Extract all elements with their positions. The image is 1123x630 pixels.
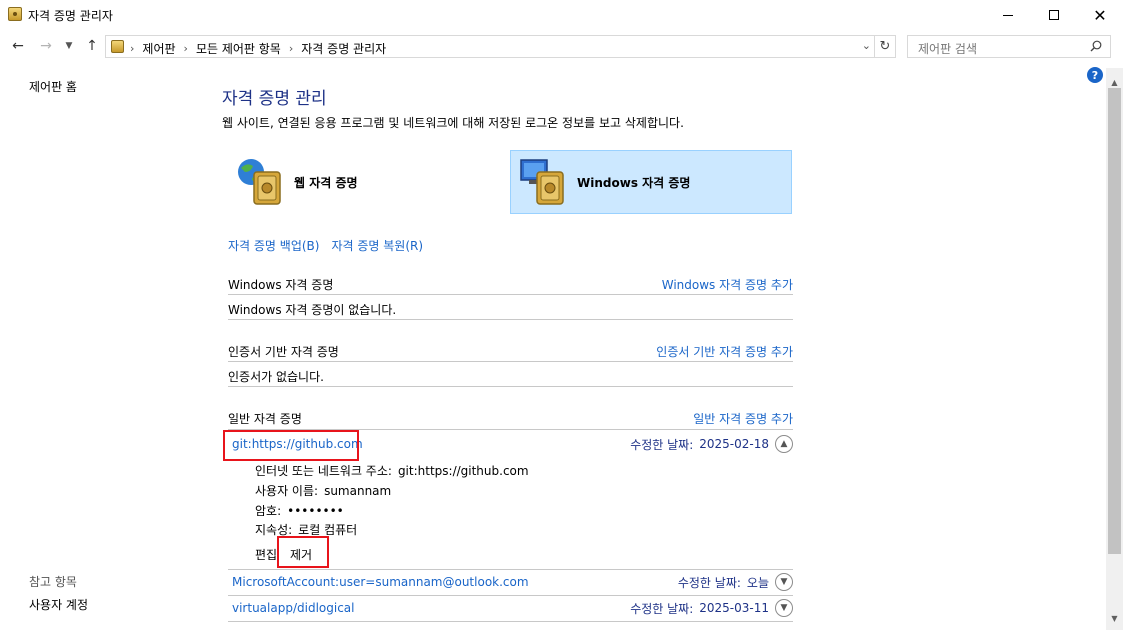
chevron-right-icon: › xyxy=(288,42,294,55)
chevron-right-icon: › xyxy=(183,42,188,55)
add-certificate-credential-link[interactable]: 인증서 기반 자격 증명 추가 xyxy=(656,343,793,361)
user-accounts-link[interactable]: 사용자 계정 xyxy=(29,596,88,613)
scroll-down-icon[interactable]: ▼ xyxy=(1106,614,1123,624)
detail-label: 암호: xyxy=(255,504,282,518)
refresh-icon: ↻ xyxy=(879,39,891,54)
help-icon[interactable]: ? xyxy=(1087,67,1103,83)
generic-credentials-section: 일반 자격 증명 일반 자격 증명 추가 xyxy=(228,410,793,428)
control-panel-home-link[interactable]: 제어판 홈 xyxy=(29,78,77,95)
chevron-down-icon: ▼ xyxy=(65,41,73,51)
detail-label: 인터넷 또는 네트워크 주소: xyxy=(255,464,392,478)
modified-label: 수정한 날짜: xyxy=(630,437,694,452)
credential-modified: 수정한 날짜: 2025-02-18 ▲ xyxy=(630,435,793,453)
empty-message: 인증서가 없습니다. xyxy=(228,361,793,387)
detail-username: 사용자 이름: sumannam xyxy=(255,482,391,499)
search-input[interactable]: 제어판 검색 xyxy=(907,35,1111,58)
windows-credentials-tile[interactable]: Windows 자격 증명 xyxy=(510,150,792,214)
detail-value: •••••••• xyxy=(287,504,344,518)
control-panel-icon xyxy=(111,40,124,53)
page-description: 웹 사이트, 연결된 응용 프로그램 및 네트워크에 대해 저장된 로그온 정보… xyxy=(222,116,684,130)
modified-date: 오늘 xyxy=(746,575,769,590)
detail-label: 사용자 이름: xyxy=(255,484,319,498)
arrow-right-icon: → xyxy=(40,38,52,54)
close-icon: ✕ xyxy=(1093,5,1107,25)
search-icon[interactable] xyxy=(1090,40,1102,52)
arrow-left-icon: ← xyxy=(12,38,24,54)
empty-message: Windows 자격 증명이 없습니다. xyxy=(228,294,793,320)
scroll-up-icon[interactable]: ▲ xyxy=(1106,78,1123,88)
breadcrumb: › 제어판 › 모든 제어판 항목 › 자격 증명 관리자 xyxy=(130,40,386,57)
breadcrumb-all-items[interactable]: 모든 제어판 항목 xyxy=(196,40,281,57)
highlight-github-credential xyxy=(223,430,359,461)
modified-date: 2025-02-18 xyxy=(699,437,769,451)
backup-restore-links: 자격 증명 백업(B) 자격 증명 복원(R) xyxy=(228,237,423,254)
credential-name[interactable]: virtualapp/didlogical xyxy=(228,601,354,615)
windows-credentials-label: Windows 자격 증명 xyxy=(577,175,691,190)
back-button[interactable]: ← xyxy=(8,36,28,56)
add-generic-credential-link[interactable]: 일반 자격 증명 추가 xyxy=(693,410,793,428)
web-credentials-icon xyxy=(238,159,281,205)
credential-row-virtualapp[interactable]: virtualapp/didlogical 수정한 날짜: 2025-03-11… xyxy=(228,596,793,620)
detail-value: 로컬 컴퓨터 xyxy=(298,523,358,537)
maximize-button[interactable] xyxy=(1031,0,1077,30)
modified-date: 2025-03-11 xyxy=(699,601,769,615)
windows-credentials-section: Windows 자격 증명 Windows 자격 증명 추가 Windows 자… xyxy=(228,276,793,320)
highlight-remove-link xyxy=(277,536,329,568)
backup-credentials-link[interactable]: 자격 증명 백업(B) xyxy=(228,237,319,254)
detail-address: 인터넷 또는 네트워크 주소: git:https://github.com xyxy=(255,462,529,479)
credential-manager-icon xyxy=(8,7,22,21)
collapse-icon[interactable]: ▲ xyxy=(775,435,793,453)
expand-icon[interactable]: ▼ xyxy=(775,573,793,591)
credential-modified: 수정한 날짜: 오늘 ▼ xyxy=(678,573,793,591)
see-also-heading: 참고 항목 xyxy=(29,575,77,589)
expand-icon[interactable]: ▼ xyxy=(775,599,793,617)
section-title: 인증서 기반 자격 증명 xyxy=(228,345,339,359)
forward-button[interactable]: → xyxy=(36,36,56,56)
minimize-button[interactable] xyxy=(985,0,1031,30)
scroll-thumb[interactable] xyxy=(1108,88,1121,554)
breadcrumb-credential-manager[interactable]: 자격 증명 관리자 xyxy=(301,40,386,57)
section-title: 일반 자격 증명 xyxy=(228,412,302,426)
chevron-right-icon: › xyxy=(130,42,135,55)
navigation-bar: ← → ▼ ↑ › 제어판 › 모든 제어판 항목 › 자격 증명 관리자 ⌄ … xyxy=(0,33,1123,61)
up-button[interactable]: ↑ xyxy=(82,36,102,56)
refresh-button[interactable]: ↻ xyxy=(874,36,895,57)
search-placeholder: 제어판 검색 xyxy=(918,42,978,56)
detail-label: 지속성: xyxy=(255,523,293,537)
add-windows-credential-link[interactable]: Windows 자격 증명 추가 xyxy=(662,276,793,294)
breadcrumb-control-panel[interactable]: 제어판 xyxy=(142,40,175,57)
arrow-up-icon: ↑ xyxy=(86,38,98,54)
title-bar: 자격 증명 관리자 ✕ xyxy=(0,0,1123,30)
vertical-scrollbar[interactable]: ▲ ▼ xyxy=(1106,68,1123,630)
recent-locations-button[interactable]: ▼ xyxy=(62,36,76,56)
detail-password: 암호: •••••••• xyxy=(255,502,344,519)
certificate-credentials-section: 인증서 기반 자격 증명 인증서 기반 자격 증명 추가 인증서가 없습니다. xyxy=(228,343,793,387)
web-credentials-label: 웹 자격 증명 xyxy=(294,175,358,190)
windows-credentials-icon xyxy=(520,159,564,205)
address-bar[interactable]: › 제어판 › 모든 제어판 항목 › 자격 증명 관리자 ⌄ ↻ xyxy=(105,35,896,58)
detail-value: git:https://github.com xyxy=(397,464,529,478)
minimize-icon xyxy=(1003,14,1013,16)
divider xyxy=(228,621,793,622)
credential-name[interactable]: MicrosoftAccount:user=sumannam@outlook.c… xyxy=(228,575,529,589)
close-button[interactable]: ✕ xyxy=(1077,0,1123,30)
web-credentials-tile[interactable]: 웹 자격 증명 xyxy=(228,150,510,214)
restore-credentials-link[interactable]: 자격 증명 복원(R) xyxy=(331,237,423,254)
modified-label: 수정한 날짜: xyxy=(630,601,694,616)
edit-link[interactable]: 편집 xyxy=(255,546,277,563)
detail-value: sumannam xyxy=(324,484,392,498)
credential-row-microsoft-account[interactable]: MicrosoftAccount:user=sumannam@outlook.c… xyxy=(228,570,793,594)
address-dropdown-button[interactable]: ⌄ xyxy=(862,39,871,52)
window-title: 자격 증명 관리자 xyxy=(28,9,113,23)
section-title: Windows 자격 증명 xyxy=(228,278,334,292)
maximize-icon xyxy=(1049,10,1059,20)
modified-label: 수정한 날짜: xyxy=(677,575,741,590)
credential-modified: 수정한 날짜: 2025-03-11 ▼ xyxy=(630,599,793,617)
page-title: 자격 증명 관리 xyxy=(222,89,327,109)
